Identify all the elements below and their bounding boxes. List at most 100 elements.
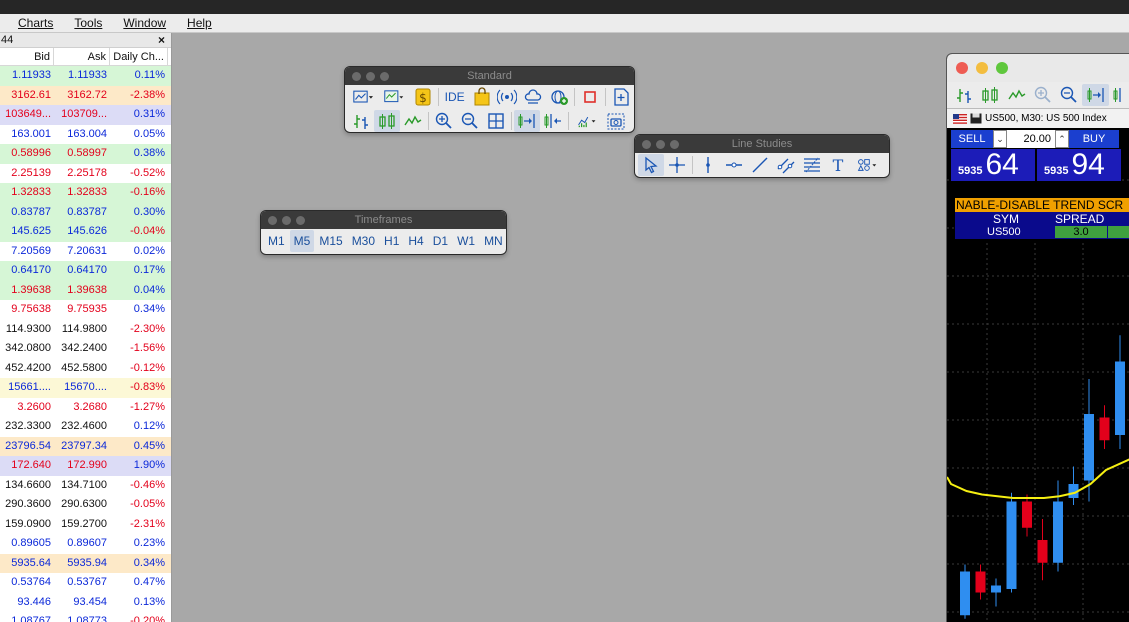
market-watch-row[interactable]: 134.6600 134.7100 -0.46% bbox=[0, 475, 171, 495]
timeframe-m1[interactable]: M1 bbox=[264, 230, 289, 252]
sell-button[interactable]: SELL bbox=[951, 130, 993, 148]
market-watch-row[interactable]: 3162.61 3162.72 -2.38% bbox=[0, 85, 171, 105]
equidistant-channel-icon[interactable] bbox=[773, 154, 799, 176]
timeframe-m30[interactable]: M30 bbox=[348, 230, 379, 252]
market-watch-row[interactable]: 23796.54 23797.34 0.45% bbox=[0, 436, 171, 456]
standard-toolbar-title: Standard bbox=[467, 70, 512, 82]
market-watch-row[interactable]: 2.25139 2.25178 -0.52% bbox=[0, 163, 171, 183]
market-watch-row[interactable]: 3.2600 3.2680 -1.27% bbox=[0, 397, 171, 417]
tile-windows-icon[interactable] bbox=[483, 110, 509, 132]
market-watch-row[interactable]: 15661.... 15670.... -0.83% bbox=[0, 378, 171, 398]
market-watch-row[interactable]: 1.11933 1.11933 0.11% bbox=[0, 66, 171, 86]
standard-toolbar-title-bar[interactable]: Standard bbox=[345, 67, 634, 85]
zoom-out-icon[interactable] bbox=[1056, 84, 1082, 106]
timeframe-h4[interactable]: H4 bbox=[404, 230, 427, 252]
market-watch-row[interactable]: 5935.64 5935.94 0.34% bbox=[0, 553, 171, 573]
market-watch-row[interactable]: 232.3300 232.4600 0.12% bbox=[0, 417, 171, 437]
new-chart-icon[interactable] bbox=[348, 86, 378, 108]
market-watch-row[interactable]: 0.83787 0.83787 0.30% bbox=[0, 202, 171, 222]
crosshair-icon[interactable] bbox=[664, 154, 690, 176]
timeframe-h1[interactable]: H1 bbox=[380, 230, 403, 252]
market-watch-row[interactable]: 172.640 172.990 1.90% bbox=[0, 456, 171, 476]
screenshot-icon[interactable] bbox=[603, 110, 629, 132]
close-window-dot[interactable] bbox=[956, 62, 968, 74]
fibonacci-icon[interactable] bbox=[799, 154, 825, 176]
horizontal-line-icon[interactable] bbox=[721, 154, 747, 176]
market-watch-row[interactable]: 163.001 163.004 0.05% bbox=[0, 124, 171, 144]
timeframe-w1[interactable]: W1 bbox=[453, 230, 479, 252]
market-watch-row[interactable]: 0.58996 0.58997 0.38% bbox=[0, 144, 171, 164]
minimize-window-dot[interactable] bbox=[976, 62, 988, 74]
buy-price-button[interactable]: 5935 94 bbox=[1037, 149, 1121, 181]
shopping-bag-icon[interactable] bbox=[469, 86, 495, 108]
timeframe-mn[interactable]: MN bbox=[480, 230, 506, 252]
new-order-icon[interactable] bbox=[608, 86, 634, 108]
auto-scroll-icon[interactable] bbox=[1082, 84, 1109, 106]
vps-globe-icon[interactable] bbox=[546, 86, 572, 108]
market-watch-row[interactable]: 9.75638 9.75935 0.34% bbox=[0, 300, 171, 320]
volume-input[interactable]: 20.00 bbox=[1007, 130, 1055, 148]
market-watch-row[interactable]: 452.4200 452.5800 -0.12% bbox=[0, 358, 171, 378]
timeframe-m15[interactable]: M15 bbox=[315, 230, 346, 252]
trend-line-icon[interactable] bbox=[747, 154, 773, 176]
cursor-icon[interactable] bbox=[638, 154, 664, 176]
close-icon[interactable]: × bbox=[158, 33, 165, 47]
market-watch-row[interactable]: 103649... 103709... 0.31% bbox=[0, 105, 171, 125]
zoom-in-icon[interactable] bbox=[1030, 84, 1056, 106]
menu-help[interactable]: Help bbox=[187, 16, 212, 30]
market-watch-row[interactable]: 1.39638 1.39638 0.04% bbox=[0, 280, 171, 300]
candlestick-icon[interactable] bbox=[977, 84, 1003, 106]
column-header-bid[interactable]: Bid bbox=[0, 48, 54, 65]
market-watch-row[interactable]: 0.89605 0.89607 0.23% bbox=[0, 534, 171, 554]
menu-tools[interactable]: Tools bbox=[74, 16, 102, 30]
shapes-icon[interactable] bbox=[851, 154, 883, 176]
timeframe-m5[interactable]: M5 bbox=[289, 230, 315, 252]
ide-button[interactable]: IDE bbox=[441, 86, 469, 108]
column-header-daily-change[interactable]: Daily Ch... bbox=[110, 48, 168, 65]
market-watch-row[interactable]: 7.20569 7.20631 0.02% bbox=[0, 241, 171, 261]
market-watch-row[interactable]: 0.53764 0.53767 0.47% bbox=[0, 573, 171, 593]
vertical-line-icon[interactable] bbox=[695, 154, 721, 176]
market-watch-row[interactable]: 290.3600 290.6300 -0.05% bbox=[0, 495, 171, 515]
trend-screen-toggle-banner[interactable]: NABLE-DISABLE TREND SCR bbox=[955, 198, 1129, 212]
chart-window-title-bar[interactable] bbox=[947, 54, 1129, 82]
zoom-window-dot[interactable] bbox=[996, 62, 1008, 74]
menu-charts[interactable]: Charts bbox=[18, 16, 53, 30]
chart-shift-icon[interactable] bbox=[540, 110, 566, 132]
volume-increase-icon[interactable]: ⌃ bbox=[1055, 130, 1069, 148]
text-tool-button[interactable]: T bbox=[825, 154, 851, 176]
market-watch-row[interactable]: 0.64170 0.64170 0.17% bbox=[0, 261, 171, 281]
bar-chart-icon[interactable] bbox=[348, 110, 374, 132]
line-studies-title-bar[interactable]: Line Studies bbox=[635, 135, 889, 153]
market-watch-row[interactable]: 159.0900 159.2700 -2.31% bbox=[0, 514, 171, 534]
line-chart-icon[interactable] bbox=[400, 110, 426, 132]
market-watch-row[interactable]: 1.32833 1.32833 -0.16% bbox=[0, 183, 171, 203]
profiles-icon[interactable] bbox=[378, 86, 410, 108]
market-watch-row[interactable]: 342.0800 342.2400 -1.56% bbox=[0, 339, 171, 359]
chart-tab[interactable]: US500, M30: US 500 Index bbox=[947, 109, 1129, 128]
market-dollar-icon[interactable]: $ bbox=[410, 86, 436, 108]
signals-icon[interactable] bbox=[494, 86, 520, 108]
market-watch-row[interactable]: 1.08767 1.08773 -0.20% bbox=[0, 612, 171, 622]
candlestick-icon[interactable] bbox=[374, 110, 400, 132]
timeframes-title-bar[interactable]: Timeframes bbox=[261, 211, 506, 229]
sell-price-button[interactable]: 5935 64 bbox=[951, 149, 1035, 181]
market-watch-row[interactable]: 114.9300 114.9800 -2.30% bbox=[0, 319, 171, 339]
chart-shift-icon[interactable] bbox=[1109, 84, 1129, 106]
market-watch-row[interactable]: 145.625 145.626 -0.04% bbox=[0, 222, 171, 242]
timeframe-d1[interactable]: D1 bbox=[429, 230, 452, 252]
auto-scroll-icon[interactable] bbox=[514, 110, 540, 132]
indicators-icon[interactable] bbox=[571, 110, 603, 132]
zoom-in-icon[interactable] bbox=[431, 110, 457, 132]
stop-autotrading-icon[interactable] bbox=[577, 86, 603, 108]
cloud-icon[interactable] bbox=[520, 86, 546, 108]
line-chart-icon[interactable] bbox=[1004, 84, 1030, 106]
buy-button[interactable]: BUY bbox=[1069, 130, 1119, 148]
price-chart-area[interactable]: SELL ⌄ 20.00 ⌃ BUY 5935 64 5935 94 NABLE… bbox=[947, 128, 1129, 622]
menu-window[interactable]: Window bbox=[123, 16, 166, 30]
volume-decrease-icon[interactable]: ⌄ bbox=[993, 130, 1007, 148]
market-watch-row[interactable]: 93.446 93.454 0.13% bbox=[0, 592, 171, 612]
bar-chart-icon[interactable] bbox=[951, 84, 977, 106]
zoom-out-icon[interactable] bbox=[457, 110, 483, 132]
column-header-ask[interactable]: Ask bbox=[54, 48, 110, 65]
